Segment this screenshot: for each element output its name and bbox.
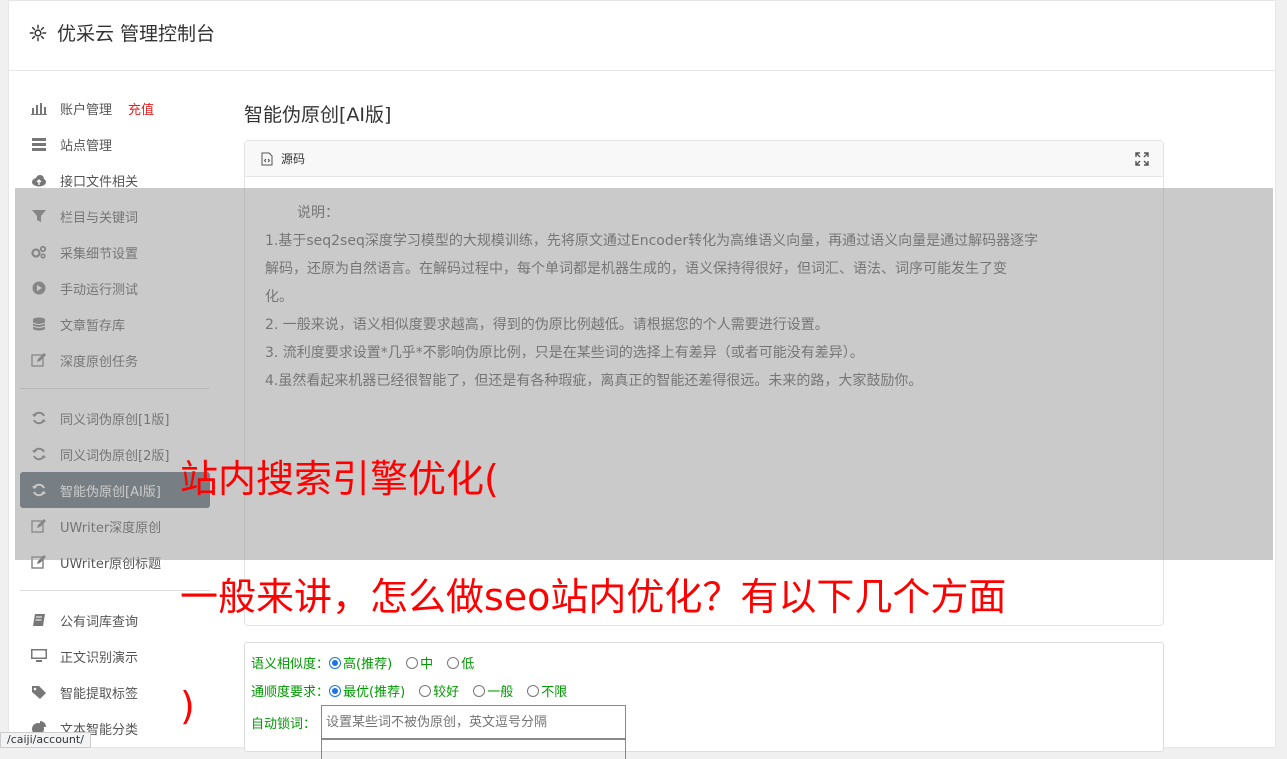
sidebar-item-sites[interactable]: 站点管理 <box>20 126 210 162</box>
sidebar-item-account[interactable]: 账户管理 充值 <box>20 90 210 126</box>
radio-button[interactable] <box>406 656 419 669</box>
option-label: 较好 <box>433 685 460 700</box>
sidebar-item-text-recognition[interactable]: 正文识别演示 <box>20 638 210 674</box>
overlay-heading: 站内搜索引擎优化( <box>180 457 499 501</box>
second-input[interactable] <box>321 739 626 759</box>
page-title: 智能伪原创[AI版] <box>244 104 392 126</box>
fluency-option-good[interactable]: 较好 <box>419 681 459 700</box>
top-bar: 优采云 管理控制台 <box>9 1 1275 71</box>
panel-header: 源码 <box>245 141 1163 177</box>
tab-source[interactable]: 源码 <box>281 150 305 167</box>
gear-icon <box>29 24 47 41</box>
sidebar-item-label: 正文识别演示 <box>60 650 139 666</box>
lock-label: 自动锁词： <box>251 717 317 732</box>
bar-chart-icon <box>30 100 48 116</box>
overlay-subheading: 一般来讲，怎么做seo站内优化？有以下几个方面 <box>180 575 1007 619</box>
radio-button[interactable] <box>473 684 486 697</box>
option-label: 中 <box>420 657 434 672</box>
option-label: 低 <box>461 657 475 672</box>
similarity-option-low[interactable]: 低 <box>447 653 474 672</box>
fluency-option-normal[interactable]: 一般 <box>473 681 513 700</box>
similarity-label: 语义相似度： <box>251 657 330 672</box>
overlay-banner <box>15 188 1273 560</box>
sidebar-item-label: 接口文件相关 <box>60 174 139 190</box>
similarity-row: 语义相似度： 高(推荐) 中 低 <box>251 653 488 672</box>
settings-form: 语义相似度： 高(推荐) 中 低 通顺度要求： 最优(推荐) 较好 一般 不限 … <box>244 642 1164 759</box>
app-title: 优采云 管理控制台 <box>57 23 216 45</box>
radio-button[interactable] <box>527 684 540 697</box>
similarity-option-mid[interactable]: 中 <box>406 653 433 672</box>
brand[interactable]: 优采云 管理控制台 <box>29 19 215 46</box>
sidebar-item-label: 智能提取标签 <box>60 686 139 702</box>
recharge-link[interactable]: 充值 <box>128 99 154 118</box>
sidebar-item-label: 账户管理 <box>60 102 113 118</box>
option-label: 不限 <box>541 685 568 700</box>
sidebar-item-label: 公有词库查询 <box>60 614 139 630</box>
main-content: 智能伪原创[AI版] 源码 说明： 1.基于seq2seq深度学习模型的大规模训… <box>244 100 1164 626</box>
cloud-upload-icon <box>30 172 48 188</box>
radio-button[interactable] <box>329 656 342 669</box>
radio-button[interactable] <box>329 684 342 697</box>
lock-words-input[interactable] <box>321 705 626 739</box>
sidebar-item-label: 站点管理 <box>60 138 113 154</box>
fluency-option-best[interactable]: 最优(推荐) <box>329 681 405 700</box>
option-label: 高(推荐) <box>343 657 393 672</box>
option-label: 最优(推荐) <box>343 685 406 700</box>
fluency-row: 通顺度要求： 最优(推荐) 较好 一般 不限 <box>251 681 581 700</box>
fluency-option-none[interactable]: 不限 <box>527 681 567 700</box>
book-icon <box>30 612 48 628</box>
option-label: 一般 <box>487 685 514 700</box>
tag-icon <box>30 684 48 700</box>
monitor-icon <box>30 648 48 664</box>
lock-row: 自动锁词： <box>251 713 316 732</box>
expand-icon[interactable] <box>1135 152 1149 166</box>
fluency-label: 通顺度要求： <box>251 685 330 700</box>
radio-button[interactable] <box>447 656 460 669</box>
radio-button[interactable] <box>419 684 432 697</box>
similarity-option-high[interactable]: 高(推荐) <box>329 653 392 672</box>
overlay-closing-paren: ) <box>180 684 195 728</box>
server-icon <box>30 136 48 152</box>
status-url-bar: /caiji/account/ <box>0 732 91 748</box>
file-code-icon <box>261 152 273 165</box>
